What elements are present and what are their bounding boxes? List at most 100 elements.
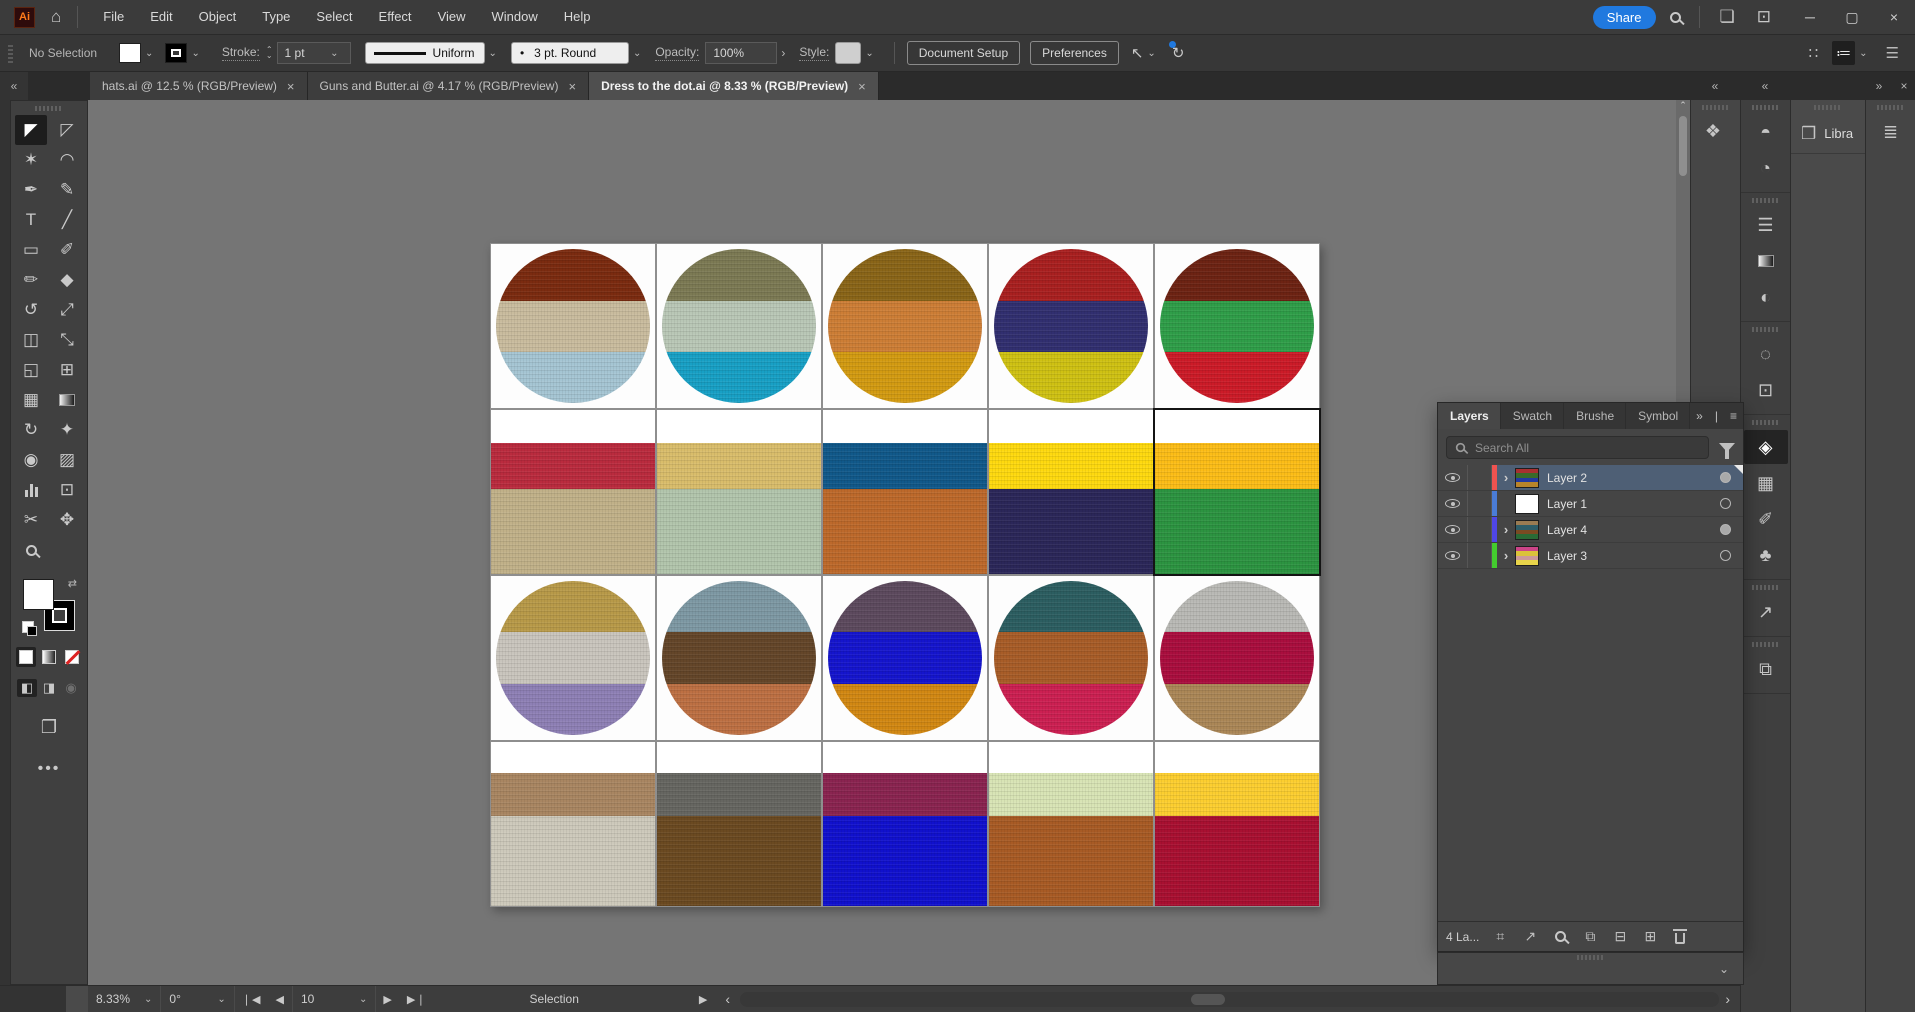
share-button[interactable]: Share xyxy=(1593,6,1656,29)
menu-view[interactable]: View xyxy=(425,0,479,34)
scale-tool[interactable]: ⤢ xyxy=(51,295,83,325)
reset-rotate-view-icon[interactable]: ↻ xyxy=(1172,44,1185,62)
expand-panel-icon[interactable]: » xyxy=(1690,403,1709,429)
close-icon[interactable]: × xyxy=(568,79,576,94)
zoom-tool[interactable] xyxy=(15,535,47,565)
paintbrush-tool[interactable]: ✐ xyxy=(51,235,83,265)
grid-snap-icon[interactable]: ∷ xyxy=(1809,44,1819,62)
panel-tab-symbol[interactable]: Symbol xyxy=(1626,403,1690,429)
scroll-right-icon[interactable]: › xyxy=(1725,991,1730,1007)
layer-row[interactable]: ›Layer 4 xyxy=(1438,517,1743,543)
drag-handle[interactable] xyxy=(1752,420,1780,425)
scrollbar-thumb[interactable] xyxy=(1191,994,1225,1005)
menu-effect[interactable]: Effect xyxy=(366,0,425,34)
close-icon[interactable]: × xyxy=(858,79,866,94)
chevron-down-icon[interactable]: ⌄ xyxy=(1719,962,1729,976)
color-panel-icon[interactable]: ◓ xyxy=(1744,115,1788,149)
zoom-level-select[interactable]: 8.33% ⌄ xyxy=(88,986,161,1012)
style-swatch[interactable] xyxy=(835,42,861,64)
hand-tool[interactable]: ✥ xyxy=(51,505,83,535)
opacity-expand-icon[interactable]: › xyxy=(781,46,785,60)
visibility-toggle[interactable] xyxy=(1438,465,1468,490)
lock-cell[interactable] xyxy=(1468,517,1492,542)
transparency-panel-icon[interactable]: ◐ xyxy=(1744,280,1788,314)
chevron-down-icon[interactable]: ⌄ xyxy=(489,48,497,59)
brush-definition-select[interactable]: • 3 pt. Round xyxy=(511,42,629,64)
expand-chevron-icon[interactable]: › xyxy=(1497,522,1515,537)
panel-tab-brushe[interactable]: Brushe xyxy=(1564,403,1626,429)
layer-row-main[interactable]: ›Layer 2 xyxy=(1492,465,1743,490)
eyedropper-tool[interactable]: ✦ xyxy=(51,415,83,445)
card-r3-c2[interactable] xyxy=(657,576,821,740)
workspace-switcher-icon[interactable]: ⊡ xyxy=(1757,7,1771,27)
change-screen-mode-icon[interactable]: ❐ xyxy=(41,717,57,738)
collapsed-panel-strip[interactable]: ⌄ xyxy=(1437,952,1744,985)
menu-select[interactable]: Select xyxy=(303,0,365,34)
visibility-toggle[interactable] xyxy=(1438,543,1468,568)
card-r4-c5[interactable] xyxy=(1155,742,1319,906)
expand-chevron-icon[interactable]: › xyxy=(1497,548,1515,563)
card-r2-c5[interactable] xyxy=(1155,410,1319,574)
symbol-sprayer-tool[interactable]: ▨ xyxy=(51,445,83,475)
close-icon[interactable]: × xyxy=(287,79,295,94)
stroke-color-control[interactable]: ⌄ xyxy=(165,43,203,63)
rectangle-tool[interactable]: ▭ xyxy=(15,235,47,265)
properties-toggle-icon[interactable]: ≔ xyxy=(1832,41,1855,65)
libraries-panel-header[interactable]: ❒ Libra xyxy=(1791,114,1865,154)
type-tool[interactable]: T xyxy=(15,205,47,235)
chevron-down-icon[interactable]: ⌄ xyxy=(1859,48,1867,59)
expand-chevron-icon[interactable]: › xyxy=(1497,470,1515,485)
symbols-panel-icon[interactable]: ♣ xyxy=(1744,538,1788,572)
layer-row-main[interactable]: ›Layer 4 xyxy=(1492,517,1743,542)
layer-row[interactable]: ›Layer 2 xyxy=(1438,465,1743,491)
menu-edit[interactable]: Edit xyxy=(137,0,185,34)
scroll-left-icon[interactable]: ‹ xyxy=(725,991,730,1007)
draw-behind-button[interactable]: ◨ xyxy=(39,679,59,697)
menu-window[interactable]: Window xyxy=(479,0,551,34)
chevron-down-icon[interactable]: ⌄ xyxy=(359,994,367,1005)
maximize-button[interactable]: ▢ xyxy=(1831,0,1873,34)
new-layer-button[interactable]: ⊞ xyxy=(1637,928,1663,945)
magic-wand-tool[interactable]: ✶ xyxy=(15,145,47,175)
line-segment-tool[interactable]: ╱ xyxy=(51,205,83,235)
card-r1-c4[interactable] xyxy=(989,244,1153,408)
selection-options-icon[interactable]: ↖ xyxy=(1131,44,1144,62)
stroke-weight-stepper[interactable]: ⌃⌄ xyxy=(266,47,273,59)
edit-toolbar-icon[interactable]: ••• xyxy=(38,760,61,778)
card-r4-c1[interactable] xyxy=(491,742,655,906)
document-tab[interactable]: hats.ai @ 12.5 % (RGB/Preview)× xyxy=(90,72,308,100)
close-dock-icon[interactable]: × xyxy=(1893,72,1915,100)
layer-row-main[interactable]: Layer 1 xyxy=(1492,491,1743,516)
card-r2-c4[interactable] xyxy=(989,410,1153,574)
new-sublayer-button[interactable]: ⊟ xyxy=(1607,928,1633,945)
delete-layer-button[interactable] xyxy=(1667,929,1693,944)
menu-type[interactable]: Type xyxy=(249,0,303,34)
target-circle[interactable] xyxy=(1720,498,1731,509)
lock-cell[interactable] xyxy=(1468,465,1492,490)
smooth-options-panel-icon[interactable]: ◌ xyxy=(1744,337,1788,371)
drag-handle[interactable] xyxy=(1877,105,1905,110)
card-r3-c4[interactable] xyxy=(989,576,1153,740)
status-expand-icon[interactable]: ▶ xyxy=(699,993,707,1006)
card-r3-c1[interactable] xyxy=(491,576,655,740)
export-panel-icon[interactable]: ↗ xyxy=(1744,595,1788,629)
stroke-label[interactable]: Stroke: xyxy=(222,45,260,61)
document-tab[interactable]: Guns and Butter.ai @ 4.17 % (RGB/Preview… xyxy=(308,72,590,100)
panel-tab-layers[interactable]: Layers xyxy=(1438,403,1501,429)
lock-cell[interactable] xyxy=(1468,491,1492,516)
chevron-down-icon[interactable]: ⌄ xyxy=(217,994,225,1005)
eraser-tool[interactable]: ◆ xyxy=(51,265,83,295)
pen-tool[interactable]: ✒ xyxy=(15,175,47,205)
card-r1-c3[interactable] xyxy=(823,244,987,408)
locate-object-button[interactable] xyxy=(1547,931,1573,942)
card-r1-c2[interactable] xyxy=(657,244,821,408)
card-r4-c4[interactable] xyxy=(989,742,1153,906)
visibility-toggle[interactable] xyxy=(1438,517,1468,542)
card-r4-c3[interactable] xyxy=(823,742,987,906)
document-tab[interactable]: Dress to the dot.ai @ 8.33 % (RGB/Previe… xyxy=(589,72,879,100)
menu-help[interactable]: Help xyxy=(551,0,604,34)
collapse-dock-icon[interactable]: « xyxy=(1690,72,1740,100)
drag-handle[interactable] xyxy=(1752,198,1780,203)
asset-export-panel-icon[interactable]: ⊡ xyxy=(1744,373,1788,407)
chevron-down-icon[interactable]: ⌄ xyxy=(865,48,873,59)
